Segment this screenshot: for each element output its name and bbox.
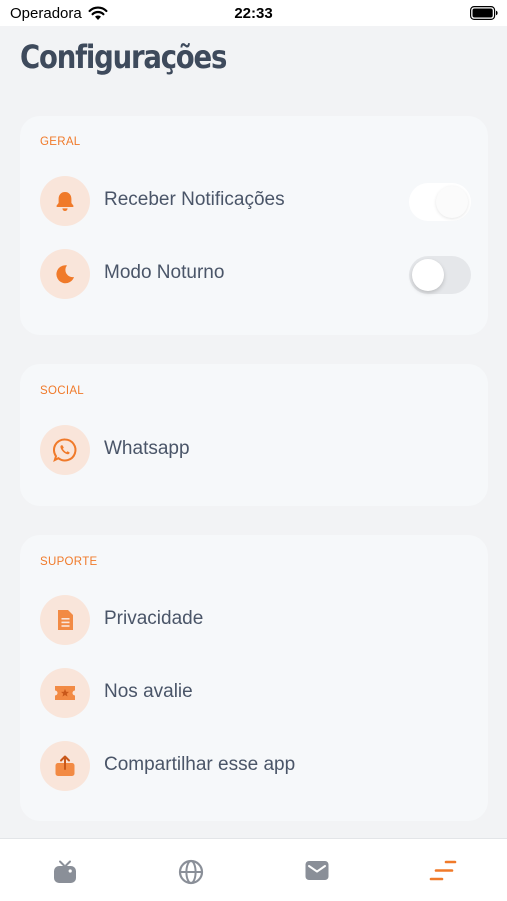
social-card: SOCIAL Whatsapp: [20, 364, 488, 506]
ticket-star-icon: [40, 668, 90, 718]
document-icon: [40, 595, 90, 645]
status-bar: Operadora 22:33: [0, 0, 507, 26]
moon-icon: [40, 249, 90, 299]
notifications-toggle[interactable]: [409, 183, 471, 221]
whatsapp-icon: [40, 425, 90, 475]
whatsapp-label: Whatsapp: [104, 438, 190, 459]
rate-app-row[interactable]: Nos avalie: [40, 668, 471, 718]
settings-lines-icon: [429, 860, 457, 881]
section-label-support: SUPORTE: [40, 556, 98, 568]
page-title: Configurações: [20, 38, 227, 76]
tab-globe[interactable]: [128, 839, 254, 901]
tv-icon: [54, 860, 76, 883]
tab-settings[interactable]: [380, 839, 506, 901]
notifications-row[interactable]: Receber Notificações: [40, 176, 471, 226]
toggle-knob: [412, 259, 444, 291]
tab-tv[interactable]: [2, 839, 128, 901]
bell-icon: [40, 176, 90, 226]
share-icon: [40, 741, 90, 791]
battery-icon: [470, 6, 498, 20]
toggle-knob: [436, 186, 468, 218]
tab-mail[interactable]: [254, 839, 380, 901]
share-app-row[interactable]: Compartilhar esse app: [40, 741, 471, 791]
support-card: SUPORTE Privacidade Nos avalie Compartil…: [20, 535, 488, 821]
share-app-label: Compartilhar esse app: [104, 754, 296, 775]
dark-mode-label: Modo Noturno: [104, 262, 225, 283]
privacy-label: Privacidade: [104, 608, 204, 629]
section-label-general: GERAL: [40, 136, 81, 148]
mail-icon: [305, 861, 329, 880]
globe-icon: [178, 859, 204, 885]
tab-bar: [0, 838, 507, 901]
notifications-label: Receber Notificações: [104, 189, 285, 210]
whatsapp-row[interactable]: Whatsapp: [40, 425, 471, 475]
rate-app-label: Nos avalie: [104, 681, 193, 702]
dark-mode-row[interactable]: Modo Noturno: [40, 249, 471, 299]
section-label-social: SOCIAL: [40, 385, 84, 397]
dark-mode-toggle[interactable]: [409, 256, 471, 294]
general-settings-card: GERAL Receber Notificações Modo Noturno: [20, 116, 488, 335]
clock: 22:33: [234, 5, 273, 22]
privacy-row[interactable]: Privacidade: [40, 595, 471, 645]
